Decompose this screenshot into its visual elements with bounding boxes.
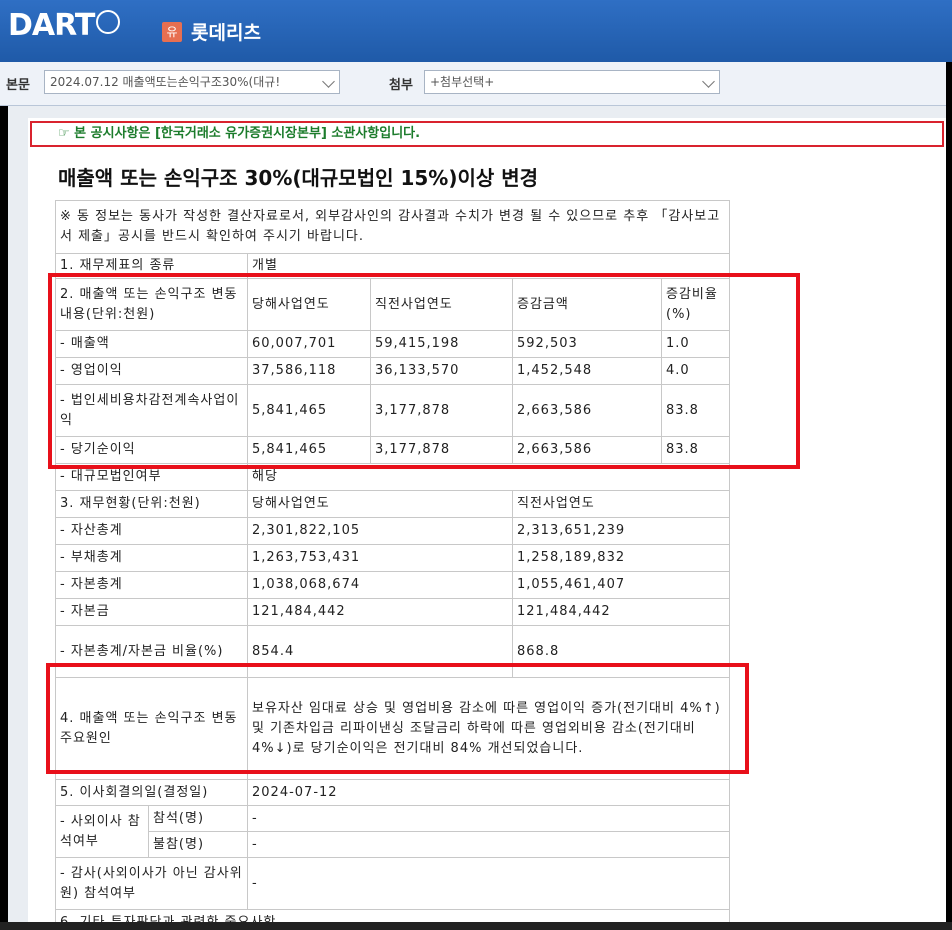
fin-col-prior: 직전사업연도 <box>512 490 730 518</box>
fin-row-prior: 1,258,189,832 <box>512 544 730 572</box>
report-select-value: 2024.07.12 매출액또는손익구조30%(대규! <box>50 75 281 89</box>
table-row: - 부채총계 1,263,753,431 1,258,189,832 <box>55 544 730 572</box>
fin-row-current: 2,301,822,105 <box>247 517 513 545</box>
fin-row-label: - 자본금 <box>55 598 248 626</box>
attach-select-value: +첨부선택+ <box>430 75 495 89</box>
notice-banner: ☞ 본 공시사항은 [한국거래소 유가증권시장본부] 소관사항입니다. <box>30 121 944 147</box>
fin-row-label: - 부채총계 <box>55 544 248 572</box>
document-toolbar: 본문 2024.07.12 매출액또는손익구조30%(대규! 첨부 +첨부선택+ <box>0 62 946 106</box>
absent-value: - <box>247 831 730 858</box>
fin-row-label: - 자산총계 <box>55 517 248 545</box>
board-date-label: 5. 이사회결의일(결정일) <box>55 779 248 806</box>
absent-label: 불참(명) <box>148 831 248 858</box>
fin-row-current: 1,038,068,674 <box>247 571 513 599</box>
outside-director-label: - 사외이사 참석여부 <box>55 805 149 858</box>
highlight-box-reason <box>46 663 749 774</box>
fin-row-prior: 2,313,651,239 <box>512 517 730 545</box>
market-badge: 유 <box>162 22 182 42</box>
attach-label: 첨부 <box>389 78 413 93</box>
fin-row-label: - 자본총계 <box>55 571 248 599</box>
dart-logo[interactable]: DART <box>8 8 95 43</box>
report-select[interactable]: 2024.07.12 매출액또는손익구조30%(대규! <box>44 70 340 94</box>
app-header: DART 유 롯데리츠 <box>0 0 952 62</box>
report-label: 본문 <box>6 78 30 93</box>
chevron-down-icon <box>322 75 335 88</box>
attach-select[interactable]: +첨부선택+ <box>424 70 720 94</box>
table-row: - 자본금 121,484,442 121,484,442 <box>55 598 730 626</box>
table-row: - 자본총계 1,038,068,674 1,055,461,407 <box>55 571 730 599</box>
fin-row-current: 121,484,442 <box>247 598 513 626</box>
auditor-label: - 감사(사외이사가 아닌 감사위원) 참석여부 <box>55 857 248 910</box>
fin-row-prior: 121,484,442 <box>512 598 730 626</box>
other-matters-label: 6. 기타 투자판단과 관련한 중요사항 <box>55 909 730 922</box>
present-label: 참석(명) <box>148 805 248 832</box>
window-bottom-edge <box>0 922 952 930</box>
page-title: 매출액 또는 손익구조 30%(대규모법인 15%)이상 변경 <box>58 166 539 190</box>
company-name: 롯데리츠 <box>191 22 261 44</box>
present-value: - <box>247 805 730 832</box>
table-row: - 자산총계 2,301,822,105 2,313,651,239 <box>55 517 730 545</box>
fin-col-current: 당해사업연도 <box>247 490 513 518</box>
disclaimer-text: ※ 동 정보는 동사가 작성한 결산자료로서, 외부감사인의 감사결과 수치가 … <box>55 200 730 254</box>
board-date-value: 2024-07-12 <box>247 779 730 806</box>
fin-status-label: 3. 재무현황(단위:천원) <box>55 490 248 518</box>
highlight-box-change <box>48 273 800 469</box>
fin-row-current: 1,263,753,431 <box>247 544 513 572</box>
globe-icon <box>96 10 120 34</box>
fin-row-prior: 1,055,461,407 <box>512 571 730 599</box>
chevron-down-icon <box>702 75 715 88</box>
auditor-value: - <box>247 857 730 910</box>
document-body[interactable]: ☞ 본 공시사항은 [한국거래소 유가증권시장본부] 소관사항입니다. 매출액 … <box>28 118 946 922</box>
